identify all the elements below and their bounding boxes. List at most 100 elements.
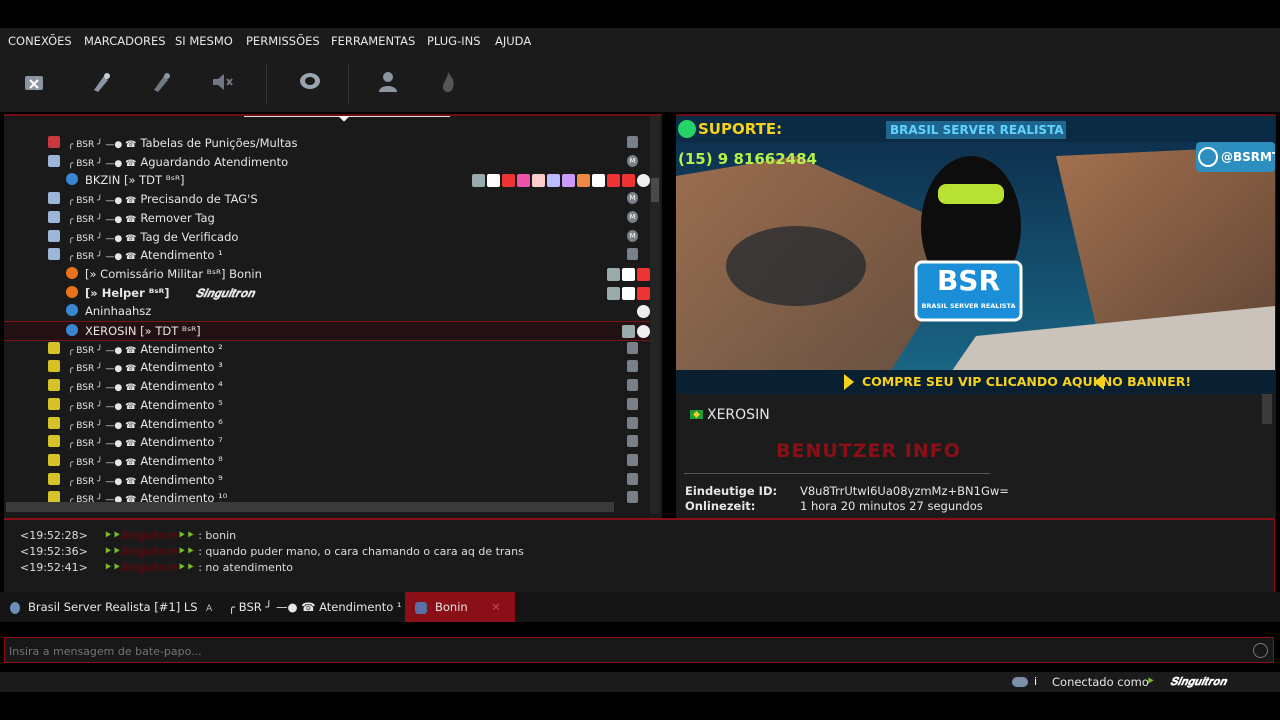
menu-conexoes[interactable]: CONEXÕES [8,34,72,48]
private-chat-icon [415,601,427,614]
own-nickname[interactable]: 𝑺𝒊𝒏𝒈𝒖𝒊𝒕𝒓𝒐𝒏 [1170,675,1226,689]
status-dot-icon [66,324,78,336]
status-bar: ⅰ Conectado como ⯈ 𝑺𝒊𝒏𝒈𝒖𝒊𝒕𝒓𝒐𝒏 [0,672,1280,692]
menu-ferramentas[interactable]: FERRAMENTAS [331,34,415,48]
channel-label: ╭ BSR ╯ —● ☎ Atendimento ⁷ [68,435,223,450]
divider [684,473,990,474]
channel-row[interactable]: ╭ BSR ╯ —● ☎ Atendimento ¹ [4,246,656,264]
info-icon[interactable]: ⅰ [1034,675,1046,689]
tab-server[interactable]: Brasil Server Realista [#1] LS [10,592,200,622]
channel-row[interactable]: ╭ BSR ╯ —● ☎ Tabelas de Punições/Multas [4,134,656,152]
lock-icon [627,491,638,504]
sender-name[interactable]: 𝑺𝒊𝒏𝒈𝒖𝒊𝒕𝒓𝒐𝒏 [121,529,177,542]
channel-row[interactable]: ╭ BSR ╯ —● ☎ Atendimento ⁶ [4,415,656,433]
instagram-handle: @BSRMTA [1221,150,1275,164]
vip-cta[interactable]: COMPRE SEU VIP CLICANDO AQUI NO BANNER! [862,374,1191,389]
lock-icon [627,435,638,448]
cloud-icon [1012,677,1028,687]
unique-id-label: Eindeutige ID: [685,484,778,498]
lock-icon [627,136,638,148]
channel-icon [48,453,60,466]
channel-label: ╭ BSR ╯ —● ☎ Atendimento ⁹ [68,472,223,487]
channel-row[interactable]: ╭ BSR ╯ —● ☎ Atendimento ² [4,340,656,358]
online-time-label: Onlinezeit: [685,499,756,513]
channel-row[interactable]: ╭ BSR ╯ —● ☎ Atendimento ⁵ [4,396,656,414]
moderated-icon: M [627,192,638,205]
client-row[interactable]: XEROSIN [» TDT ᴮˢᴿ] [4,321,656,341]
sender-name[interactable]: 𝑺𝒊𝒏𝒈𝒖𝒊𝒕𝒓𝒐𝒏 [121,561,177,574]
channel-row[interactable]: ╭ BSR ╯ —● ☎ Atendimento ⁸ [4,452,656,470]
server-group-badges [605,286,650,300]
client-name: Aninhaahsz [85,304,152,319]
chat-line: <19:52:28> ⯈⯈𝑺𝒊𝒏𝒈𝒖𝒊𝒕𝒓𝒐𝒏⯈⯈ : bonin [20,529,237,542]
channel-row[interactable]: ╭ BSR ╯ —● ☎ Tag de Verificado M [4,228,656,246]
channel-icon [48,136,60,148]
channel-row[interactable]: ╭ BSR ╯ —● ☎ Atendimento ⁹ [4,471,656,489]
info-scrollbar[interactable] [1262,394,1272,424]
chat-icon[interactable] [298,70,322,94]
client-name: [» Helper ᴮˢᴿ] 𝑺𝒊𝒏𝒈𝒖𝒊𝒕𝒓𝒐𝒏 [85,285,255,300]
menu-permissoes[interactable]: PERMISSÕES [246,34,320,48]
lock-icon [627,416,638,429]
menu-marcadores[interactable]: MARCADORES [84,34,166,48]
client-row[interactable]: [» Comissário Militar ᴮˢᴿ] Bonin [4,265,656,283]
chat-log: <19:52:28> ⯈⯈𝑺𝒊𝒏𝒈𝒖𝒊𝒕𝒓𝒐𝒏⯈⯈ : bonin <19:52… [4,518,1275,594]
client-name: XEROSIN [» TDT ᴮˢᴿ] [85,324,201,338]
channel-row[interactable]: ╭ BSR ╯ —● ☎ Atendimento ⁷ [4,433,656,451]
separator-decoration [244,116,450,127]
client-row[interactable]: BKZIN [» TDT ᴮˢᴿ] [4,171,656,189]
mute-icon[interactable] [210,70,234,94]
status-dot-icon [66,173,78,186]
lock-icon [627,453,638,466]
tree-hscrollbar[interactable] [6,502,614,512]
channel-row[interactable]: ╭ BSR ╯ —● ☎ Atendimento ⁴ [4,377,656,395]
sender-name[interactable]: 𝑺𝒊𝒏𝒈𝒖𝒊𝒕𝒓𝒐𝒏 [121,545,177,558]
server-group-badges [470,173,650,188]
server-banner[interactable]: SUPORTE: (15) 9 81662484 BRASIL SERVER R… [676,116,1275,394]
client-row[interactable]: [» Helper ᴮˢᴿ] 𝑺𝒊𝒏𝒈𝒖𝒊𝒕𝒓𝒐𝒏 [4,284,656,302]
emoji-icon[interactable] [1253,643,1268,658]
channel-icon [48,154,60,167]
status-dot-icon [66,304,78,317]
tab-private-bonin[interactable]: Bonin ✕ [405,592,515,622]
menu-ajuda[interactable]: AJUDA [495,34,531,48]
disconnect-icon[interactable] [22,70,46,94]
channel-icon [48,397,60,410]
moderated-icon: M [627,154,638,167]
channel-row[interactable]: ╭ BSR ╯ —● ☎ Precisando de TAG'S M [4,190,656,208]
tab-channel[interactable]: A ╭ BSR ╯ —● ☎ Atendimento ¹ [206,592,402,622]
moderated-icon: M [627,229,638,242]
channel-icon [48,360,60,373]
channel-tab-icon: A [206,604,213,614]
channel-label: ╭ BSR ╯ —● ☎ Atendimento ² [68,341,223,356]
channel-icon [48,416,60,429]
server-group-badges [620,324,650,338]
menu-bar: CONEXÕES MARCADORES SI MESMO PERMISSÕES … [0,28,1280,54]
tree-scrollbar[interactable] [650,116,660,514]
flame-icon[interactable] [436,70,460,94]
channel-icon [48,192,60,205]
bsr-logo-subtitle: BRASIL SERVER REALISTA [921,302,1016,310]
channel-row[interactable]: ╭ BSR ╯ —● ☎ Remover Tag M [4,209,656,227]
channel-row[interactable]: ╭ BSR ╯ —● ☎ Aguardando Atendimento M [4,153,656,171]
client-name: BKZIN [» TDT ᴮˢᴿ] [85,173,185,188]
chat-input[interactable] [7,640,1241,662]
status-dot-icon [66,266,78,279]
channel-tree: ╭ BSR ╯ —● ☎ Tabelas de Punições/Multas ╭ … [4,114,662,518]
client-row[interactable]: Aninhaahsz [4,302,656,320]
channel-label: ╭ BSR ╯ —● ☎ Atendimento ⁵ [68,397,223,412]
support-label: SUPORTE: [698,120,783,138]
channel-icon [48,472,60,485]
edit-icon[interactable] [90,70,114,94]
chat-line: <19:52:36> ⯈⯈𝑺𝒊𝒏𝒈𝒖𝒊𝒕𝒓𝒐𝒏⯈⯈ : quando puder… [20,545,524,558]
client-name: [» Comissário Militar ᴮˢᴿ] Bonin [85,266,262,281]
channel-icon [48,379,60,392]
away-icon[interactable] [150,70,174,94]
chat-input-frame [4,637,1274,663]
menu-plugins[interactable]: PLUG-INS [427,34,481,48]
close-icon[interactable]: ✕ [491,592,501,622]
user-icon[interactable] [376,70,400,94]
lock-icon [627,379,638,392]
channel-row[interactable]: ╭ BSR ╯ —● ☎ Atendimento ³ [4,358,656,376]
menu-si-mesmo[interactable]: SI MESMO [175,34,233,48]
